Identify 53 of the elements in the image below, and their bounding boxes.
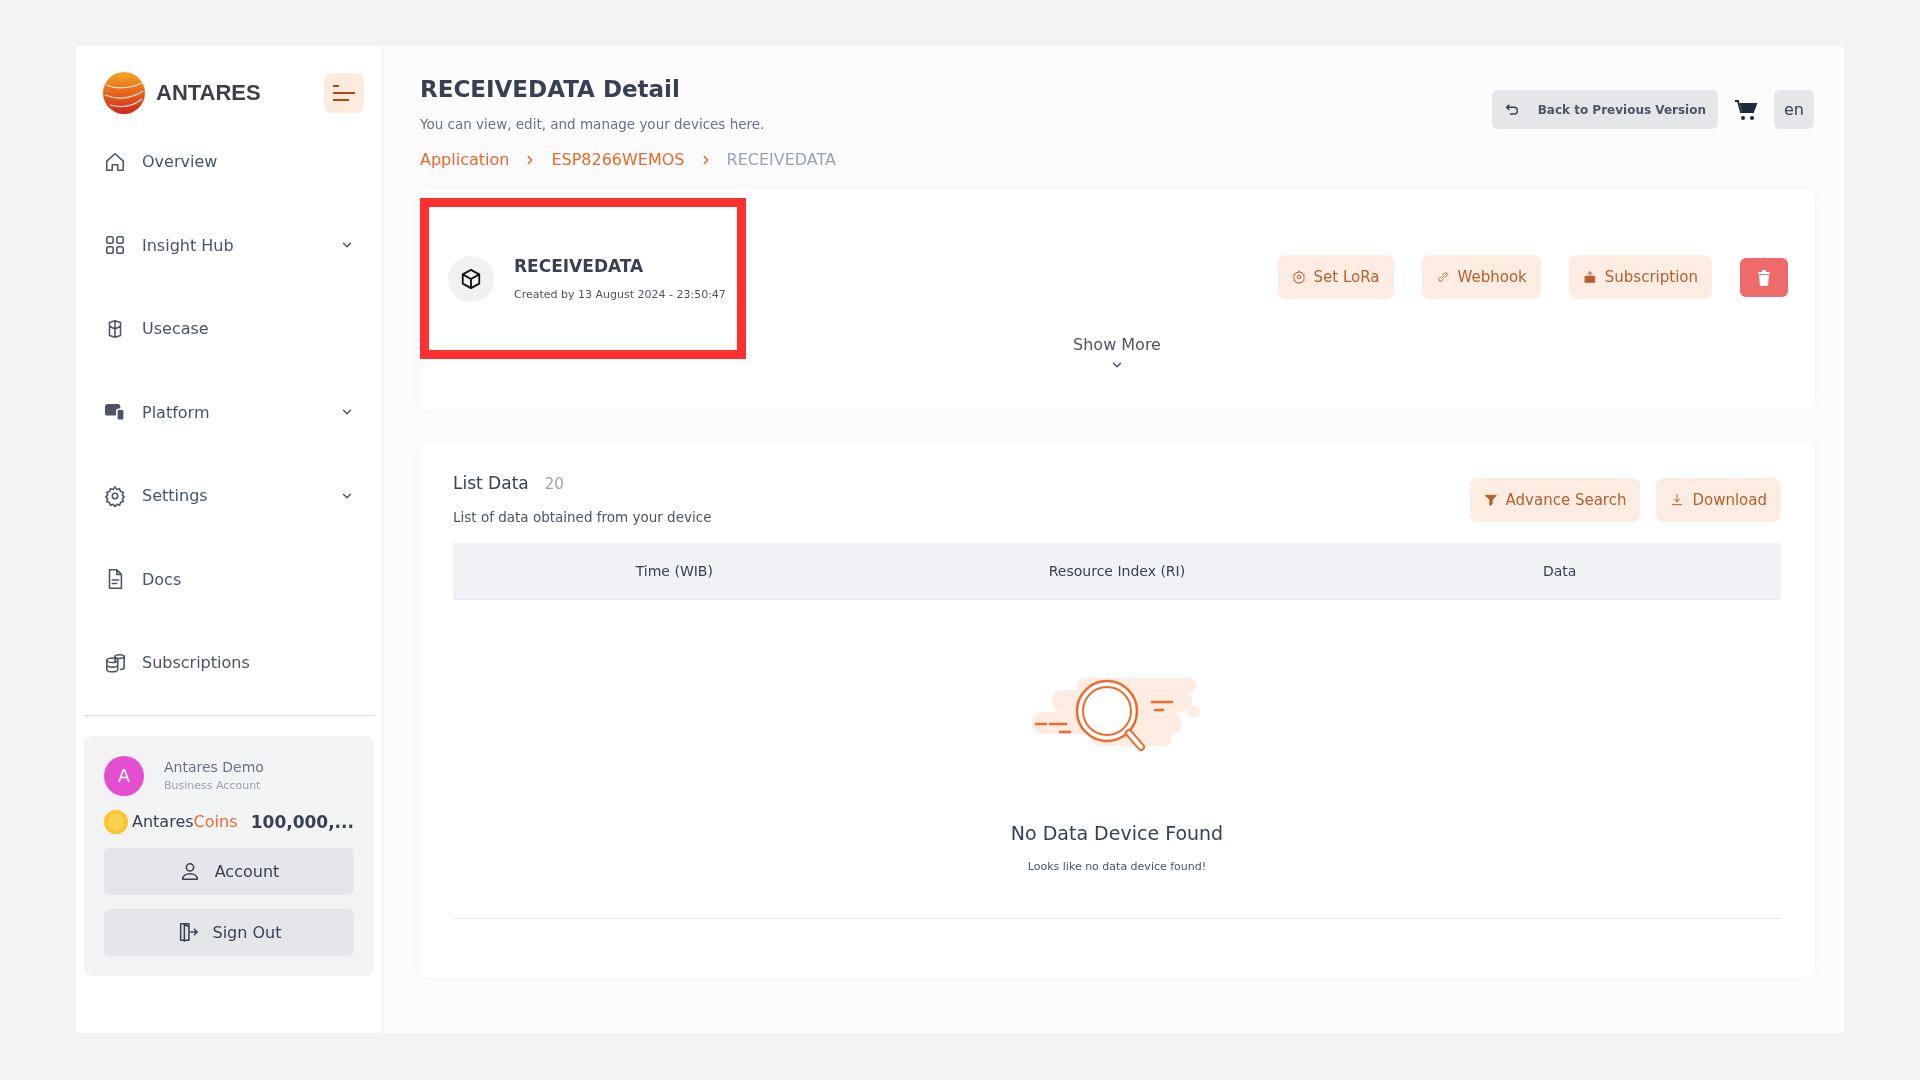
column-header: Data <box>1541 563 1578 579</box>
sidebar-item[interactable]: Insight Hub <box>84 203 374 287</box>
gear-icon <box>104 484 126 507</box>
coins-icon <box>104 651 126 674</box>
sidebar-button[interactable]: Sign Out <box>104 908 354 956</box>
back-button[interactable]: Back to Previous Version <box>1491 90 1718 129</box>
menu-toggle-button[interactable] <box>324 73 364 113</box>
gear-icon <box>1291 270 1306 284</box>
sidebar-item[interactable]: Docs <box>84 537 374 621</box>
action-button[interactable]: Webhook <box>1421 255 1541 299</box>
menu-icon <box>331 83 357 103</box>
list-title: List Data <box>453 473 529 493</box>
column-header: Resource Index (RI) <box>1047 563 1187 579</box>
empty-text: Looks like no data device found! <box>1027 860 1207 873</box>
coin-balance: 100,000,... <box>250 811 354 832</box>
list-count: 20 <box>544 475 564 493</box>
box-icon <box>1582 270 1597 284</box>
avatar: A <box>104 755 144 796</box>
sidebar-item[interactable]: Usecase <box>84 287 374 371</box>
device-name: RECEIVEDATA <box>514 256 645 276</box>
sidebar-item[interactable]: Overview <box>84 120 374 204</box>
sidebar-item[interactable]: Settings <box>84 454 374 538</box>
download-icon <box>1670 493 1685 507</box>
empty-title: No Data Device Found <box>1010 822 1224 844</box>
home-icon <box>104 150 126 173</box>
trash-icon <box>1757 269 1771 286</box>
user-name: Antares Demo <box>164 759 264 775</box>
coins-label: AntaresCoins <box>132 812 238 831</box>
list-subtitle: List of data obtained from your device <box>453 509 712 525</box>
logo-icon <box>102 71 146 115</box>
action-button[interactable]: Download <box>1656 478 1781 522</box>
show-more-button[interactable]: Show More <box>1067 334 1167 373</box>
page-title: RECEIVEDATA Detail <box>420 76 681 102</box>
column-header: Time (WIB) <box>634 563 714 579</box>
sidebar-item[interactable]: Subscriptions <box>84 621 374 705</box>
filter-icon <box>1483 493 1498 507</box>
action-button[interactable]: Set LoRa <box>1277 255 1394 299</box>
language-button[interactable]: en <box>1774 90 1814 129</box>
cart-icon[interactable] <box>1734 97 1758 122</box>
brand-name: ANTARES <box>156 80 261 106</box>
coin-icon <box>104 809 128 834</box>
sidebar-button[interactable]: Account <box>104 847 354 895</box>
grid-icon <box>104 234 126 257</box>
delete-button[interactable] <box>1740 258 1788 297</box>
page-subtitle: You can view, edit, and manage your devices here. <box>420 116 766 132</box>
undo-icon <box>1503 101 1520 118</box>
sidebar-item[interactable]: Platform <box>84 370 374 454</box>
user-role: Business Account <box>164 779 262 792</box>
device-icon <box>448 255 494 302</box>
device-created: Created by 13 August 2024 - 23:50:47 <box>514 288 726 301</box>
action-button[interactable]: Subscription <box>1568 255 1712 299</box>
link-icon <box>1435 270 1450 284</box>
action-button[interactable]: Advance Search <box>1469 478 1641 522</box>
